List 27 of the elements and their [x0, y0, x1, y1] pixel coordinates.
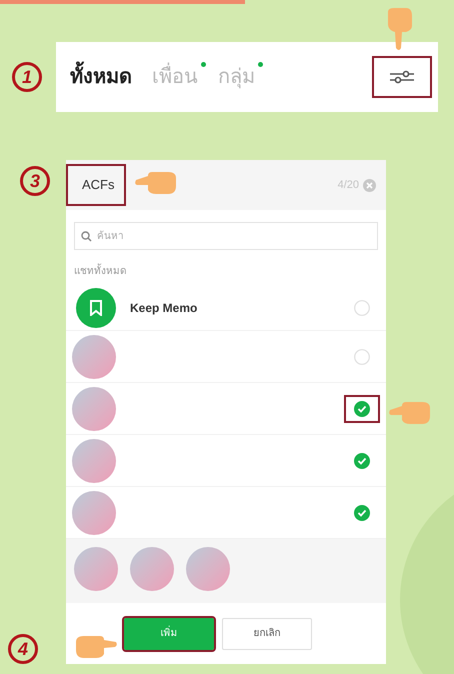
- search-field[interactable]: ค้นหา: [74, 222, 378, 250]
- avatar: [72, 386, 116, 430]
- sliders-icon: [389, 69, 415, 85]
- cancel-button[interactable]: ยกเลิก: [222, 618, 312, 650]
- unchecked-icon[interactable]: [354, 348, 370, 364]
- group-name: ACFs: [66, 164, 126, 206]
- avatar: [72, 490, 116, 534]
- search-icon: [81, 231, 92, 242]
- clear-icon: [363, 178, 376, 192]
- checked-icon[interactable]: [354, 452, 370, 468]
- checked-icon[interactable]: [354, 400, 370, 416]
- step-number: 3: [20, 166, 50, 196]
- checked-icon[interactable]: [354, 504, 370, 520]
- step-number: 1: [12, 62, 42, 92]
- avatar: [74, 547, 118, 591]
- avatar: [72, 438, 116, 482]
- step-number: 4: [8, 634, 38, 664]
- tab[interactable]: ทั้งหมด: [70, 62, 132, 92]
- chat-row[interactable]: Keep Memo: [66, 285, 386, 331]
- avatar: [130, 547, 174, 591]
- filter-button[interactable]: [372, 56, 432, 98]
- bookmark-icon: [89, 300, 103, 316]
- avatar: [72, 334, 116, 378]
- unchecked-icon[interactable]: [354, 300, 370, 316]
- section-label: แชททั้งหมด: [66, 264, 386, 279]
- chat-name: Keep Memo: [130, 300, 198, 316]
- avatar: [186, 547, 230, 591]
